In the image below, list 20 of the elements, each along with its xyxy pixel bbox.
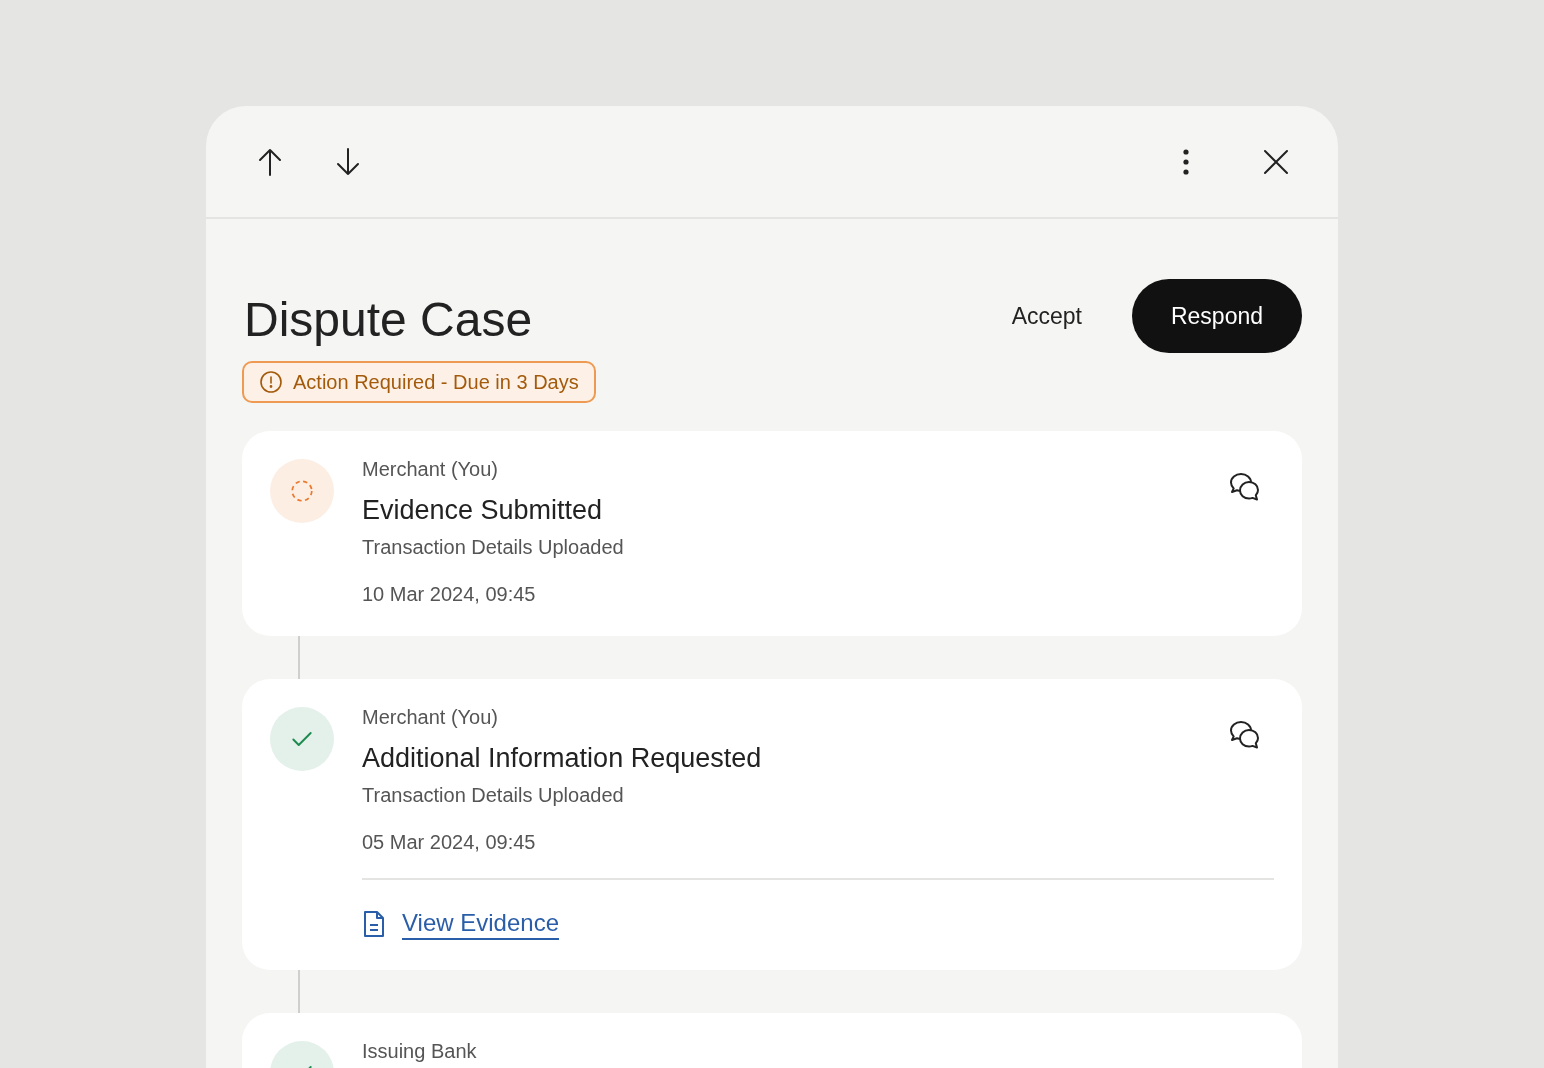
- page-title: Dispute Case: [244, 292, 533, 348]
- chat-icon[interactable]: [1228, 719, 1262, 751]
- event-time: 10 Mar 2024, 09:45: [362, 582, 537, 606]
- event-detail: Transaction Details Uploaded: [362, 535, 625, 559]
- event-time: 05 Mar 2024, 09:45: [362, 830, 537, 854]
- actor-label: Merchant (You): [362, 705, 499, 729]
- event-title: Additional Information Requested: [362, 742, 763, 775]
- respond-button[interactable]: Respond: [1132, 279, 1302, 353]
- document-icon: [362, 910, 386, 938]
- event-detail: Transaction Details Uploaded: [362, 783, 625, 807]
- close-icon[interactable]: [1262, 147, 1290, 176]
- chat-icon[interactable]: [1228, 471, 1262, 503]
- alert-icon: [259, 370, 283, 394]
- accept-button[interactable]: Accept: [1011, 298, 1082, 334]
- badge-text: Action Required - Due in 3 Days: [293, 370, 579, 395]
- event-title: Evidence Submitted: [362, 494, 604, 527]
- view-evidence-link[interactable]: View Evidence: [402, 908, 559, 940]
- more-options-icon[interactable]: [1180, 146, 1192, 177]
- actor-label: Issuing Bank: [362, 1039, 478, 1063]
- actor-label: Merchant (You): [362, 457, 499, 481]
